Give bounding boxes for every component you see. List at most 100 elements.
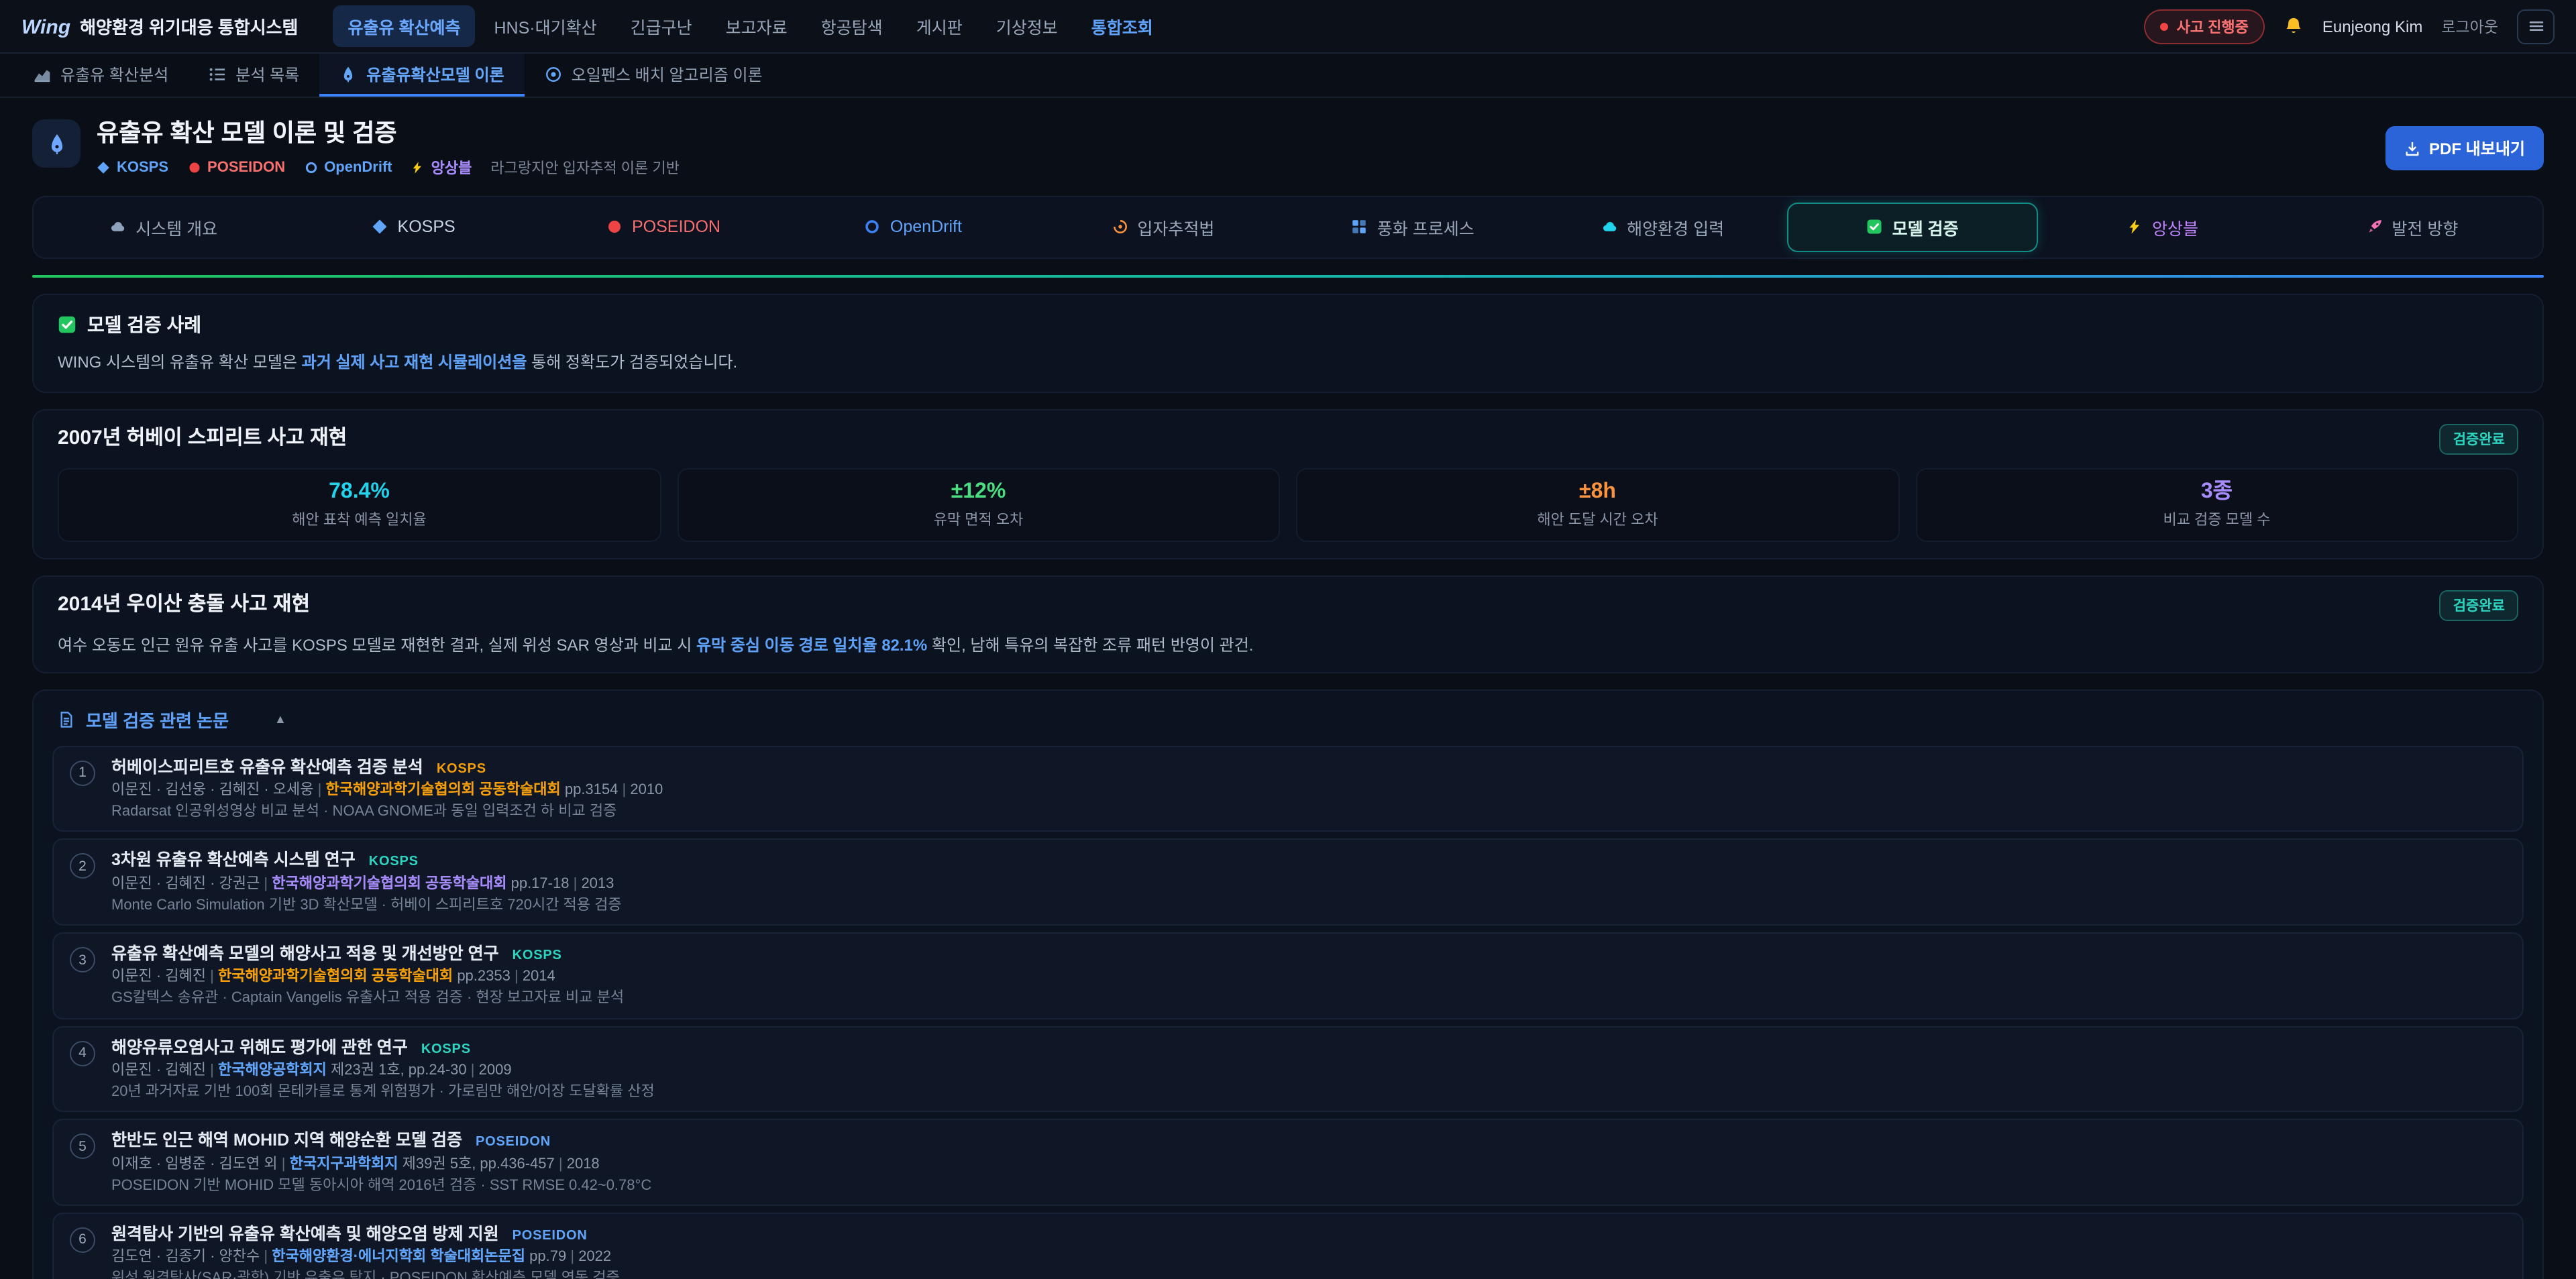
main-content: 유출유 확산 모델 이론 및 검증 KOSPS POSEIDON [0,98,2576,1279]
model-badges: KOSPS POSEIDON OpenDrift [97,156,472,178]
paper-year: 2018 [567,1156,600,1172]
user-name: Eunjeong Kim [2322,17,2422,36]
sub-tab[interactable]: 유출유확산모델 이론 [319,54,524,97]
paper-journal[interactable]: 한국해양과학기술협의회 공동학술대회 [218,969,453,985]
sub-tab[interactable]: 유출유 확산분석 [13,54,189,97]
paper-number: 2 [70,854,95,879]
paper-journal[interactable]: 한국해양과학기술협의회 공동학술대회 [272,876,506,892]
paper-row[interactable]: 6 원격탐사 기반의 유출유 확산예측 및 해양오염 방제 지원 POSEIDO… [52,1212,2524,1279]
section-tab[interactable]: 시스템 개요 [39,202,288,252]
paper-row[interactable]: 5 한반도 인근 해역 MOHID 지역 해양순환 모델 검증 POSEIDON… [52,1119,2524,1205]
section-tab[interactable]: 해양환경 입력 [1538,202,1787,252]
paper-year: 2010 [630,783,663,799]
bolt-icon [2127,219,2143,235]
nav-item[interactable]: 긴급구난 [616,5,707,47]
paper-meta: 이문진 · 김혜진 · 강권근 | 한국해양과학기술협의회 공동학술대회 pp.… [111,876,2506,892]
paper-row[interactable]: 1 허베이스피리트호 유출유 확산예측 검증 분석 KOSPS 이문진 · 김선… [52,746,2524,832]
nav-item[interactable]: 통합조회 [1077,5,1168,47]
nav-item[interactable]: 유출유 확산예측 [333,5,476,47]
paper-title-row: 3차원 유출유 확산예측 시스템 연구 KOSPS [111,851,2506,871]
nav-item-label: 유출유 확산예측 [348,19,461,38]
sub-tab[interactable]: 분석 목록 [189,54,319,97]
nav-item[interactable]: HNS·대기확산 [479,5,611,47]
stat-value: 3종 [1922,478,2512,504]
paper-journal[interactable]: 한국해양환경·에너지학회 학술대회논문집 [272,1249,525,1265]
paper-journal[interactable]: 한국해양과학기술협의회 공동학술대회 [326,783,561,799]
checksquare-icon [1867,219,1883,235]
pdf-export-button[interactable]: PDF 내보내기 [2385,127,2544,171]
model-badge-label: KOSPS [117,159,168,175]
collapse-arrow-icon[interactable]: ▲ [274,713,286,726]
paper-authors: 이문진 · 김선웅 · 김혜진 · 오세웅 [111,783,314,799]
case-2014-text-link[interactable]: 유막 중심 이동 경로 일치율 82.1% [696,636,927,655]
paper-detail: pp.17-18 [511,876,570,892]
nav-item[interactable]: 항공탐색 [806,5,898,47]
sub-tab[interactable]: 오일펜스 배치 알고리즘 이론 [525,54,783,97]
paper-title: 유출유 확산예측 모델의 해양사고 적용 및 개선방안 연구 [111,944,499,964]
paper-number: 5 [70,1133,95,1159]
cloud-icon [1601,219,1617,235]
paper-description: Monte Carlo Simulation 기반 3D 확산모델 · 허베이 … [111,897,2506,913]
paper-body: 원격탐사 기반의 유출유 확산예측 및 해양오염 방제 지원 POSEIDON … [111,1224,2506,1279]
paper-authors: 이재호 · 임병준 · 김도연 외 [111,1156,278,1172]
paper-row[interactable]: 2 3차원 유출유 확산예측 시스템 연구 KOSPS 이문진 · 김혜진 · … [52,839,2524,926]
model-badge[interactable]: OpenDrift [304,159,392,175]
model-badge[interactable]: POSEIDON [187,159,285,175]
nav-item[interactable]: 보고자료 [711,5,802,47]
menu-icon [2527,17,2544,35]
paper-title-row: 유출유 확산예측 모델의 해양사고 적용 및 개선방안 연구 KOSPS [111,944,2506,964]
stat-box: ±12% 유막 면적 오차 [677,467,1280,541]
validation-text-link[interactable]: 과거 실제 사고 재현 시뮬레이션을 [302,352,527,371]
stat-box: 78.4% 해안 표착 예측 일치율 [58,467,661,541]
logout-link[interactable]: 로그아웃 [2441,15,2498,37]
paper-detail: 제23권 1호, pp.24-30 [331,1062,467,1078]
paper-meta: 김도연 · 김종기 · 양찬수 | 한국해양환경·에너지학회 학술대회논문집 p… [111,1249,2506,1265]
section-tab[interactable]: 앙상블 [2037,202,2287,252]
model-badge[interactable]: KOSPS [97,159,168,175]
validation-intro-card: 모델 검증 사례 WING 시스템의 유출유 확산 모델은 과거 실제 사고 재… [32,293,2544,392]
papers-header: 모델 검증 관련 논문 ▲ [52,704,2524,735]
section-tab[interactable]: KOSPS [288,205,538,248]
rocket-icon [2366,219,2382,235]
separator: | [570,1249,574,1265]
stat-box: ±8h 해안 도달 시간 오차 [1296,467,1899,541]
app-title: 해양환경 위기대응 통합시스템 [80,13,298,39]
paper-title-row: 해양유류오염사고 위해도 평가에 관한 연구 KOSPS [111,1038,2506,1057]
section-tab[interactable]: 발전 방향 [2288,202,2537,252]
paper-row[interactable]: 3 유출유 확산예측 모델의 해양사고 적용 및 개선방안 연구 KOSPS 이… [52,932,2524,1019]
verified-badge: 검증완료 [2440,590,2518,621]
nav-item[interactable]: 기상정보 [981,5,1073,47]
dot-icon [187,160,201,174]
section-tab-label: 발전 방향 [2392,214,2458,239]
case-2007-stats: 78.4% 해안 표착 예측 일치율 ±12% 유막 면적 오차 ±8h 해안 … [58,467,2518,541]
paper-meta: 이문진 · 김혜진 | 한국해양공학회지 제23권 1호, pp.24-30 |… [111,1062,2506,1078]
paper-model-tag: POSEIDON [476,1135,551,1150]
separator: | [559,1156,563,1172]
paper-title-row: 원격탐사 기반의 유출유 확산예측 및 해양오염 방제 지원 POSEIDON [111,1224,2506,1243]
paper-journal[interactable]: 한국해양공학회지 [218,1062,327,1078]
section-tab[interactable]: OpenDrift [788,205,1038,248]
brand[interactable]: Wing 해양환경 위기대응 통합시스템 [21,13,299,39]
notification-bell-icon[interactable] [2284,16,2304,36]
hamburger-menu-button[interactable] [2517,9,2555,44]
paper-detail: pp.3154 [565,783,619,799]
section-tab[interactable]: 입자추적법 [1038,202,1288,252]
paper-title: 허베이스피리트호 유출유 확산예측 검증 분석 [111,758,423,777]
nav-item-label: 보고자료 [726,19,788,38]
nav-item[interactable]: 게시판 [902,5,977,47]
paper-journal[interactable]: 한국지구과학회지 [290,1156,398,1172]
model-badge-label: OpenDrift [324,159,392,175]
diamond-icon [372,219,388,235]
paper-authors: 이문진 · 김혜진 · 강권근 [111,876,260,892]
sub-tab-label: 오일펜스 배치 알고리즘 이론 [572,62,763,85]
section-tab[interactable]: 모델 검증 [1788,202,2037,252]
case-2007-header: 2007년 허베이 스피리트 사고 재현 검증완료 [58,423,2518,454]
section-tab[interactable]: POSEIDON [539,205,788,248]
incident-status-badge[interactable]: 사고 진행중 [2145,9,2265,44]
paper-row[interactable]: 4 해양유류오염사고 위해도 평가에 관한 연구 KOSPS 이문진 · 김혜진… [52,1025,2524,1112]
model-badge[interactable]: 앙상블 [411,156,472,178]
validation-text-pre: WING 시스템의 유출유 확산 모델은 [58,352,302,371]
paper-description: 위성 원격탐사(SAR·광학) 기반 유출유 탐지 · POSEIDON 확산예… [111,1270,2506,1279]
section-tab[interactable]: 풍화 프로세스 [1288,202,1538,252]
case-2014-header: 2014년 우이산 충돌 사고 재현 검증완료 [58,590,2518,621]
